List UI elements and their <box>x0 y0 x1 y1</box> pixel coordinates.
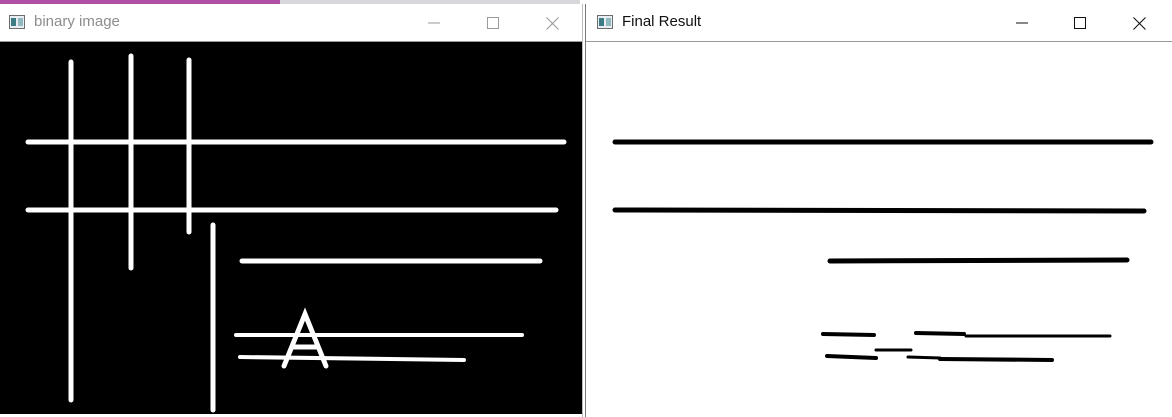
final-result-image <box>612 139 1154 362</box>
horizontal-line <box>238 355 466 362</box>
minimize-button[interactable] <box>1000 8 1044 38</box>
detected-line-fragment <box>821 332 876 337</box>
detected-line <box>612 207 1147 214</box>
opencv-window-icon <box>9 15 25 29</box>
close-button[interactable] <box>1117 8 1161 38</box>
window-title: binary image <box>34 13 120 30</box>
maximize-button[interactable] <box>471 8 515 38</box>
maximize-icon <box>1074 17 1086 29</box>
detected-line-fragment <box>938 357 1054 362</box>
final-result-titlebar[interactable]: Final Result <box>586 4 1172 42</box>
binary-image-titlebar[interactable]: binary image <box>0 4 582 42</box>
close-button[interactable] <box>530 8 574 38</box>
close-icon <box>545 16 559 30</box>
minimize-icon <box>1016 22 1028 24</box>
detected-line-fragment <box>906 355 942 360</box>
detected-line-fragment <box>825 354 878 360</box>
binary-image-window[interactable]: binary image <box>0 4 583 417</box>
window-title: Final Result <box>622 13 702 30</box>
detected-line <box>827 257 1130 264</box>
binary-image <box>25 53 567 413</box>
detected-line-fragment <box>914 331 966 336</box>
minimize-icon <box>428 22 440 24</box>
maximize-icon <box>487 17 499 29</box>
minimize-button[interactable] <box>412 8 456 38</box>
final-result-window[interactable]: Final Result <box>585 4 1172 417</box>
close-icon <box>1132 16 1146 30</box>
final-result-canvas <box>586 42 1172 414</box>
opencv-window-icon <box>597 15 613 29</box>
maximize-button[interactable] <box>1058 8 1102 38</box>
binary-image-canvas <box>0 42 582 414</box>
desktop: binary image Final Result <box>0 0 1172 417</box>
